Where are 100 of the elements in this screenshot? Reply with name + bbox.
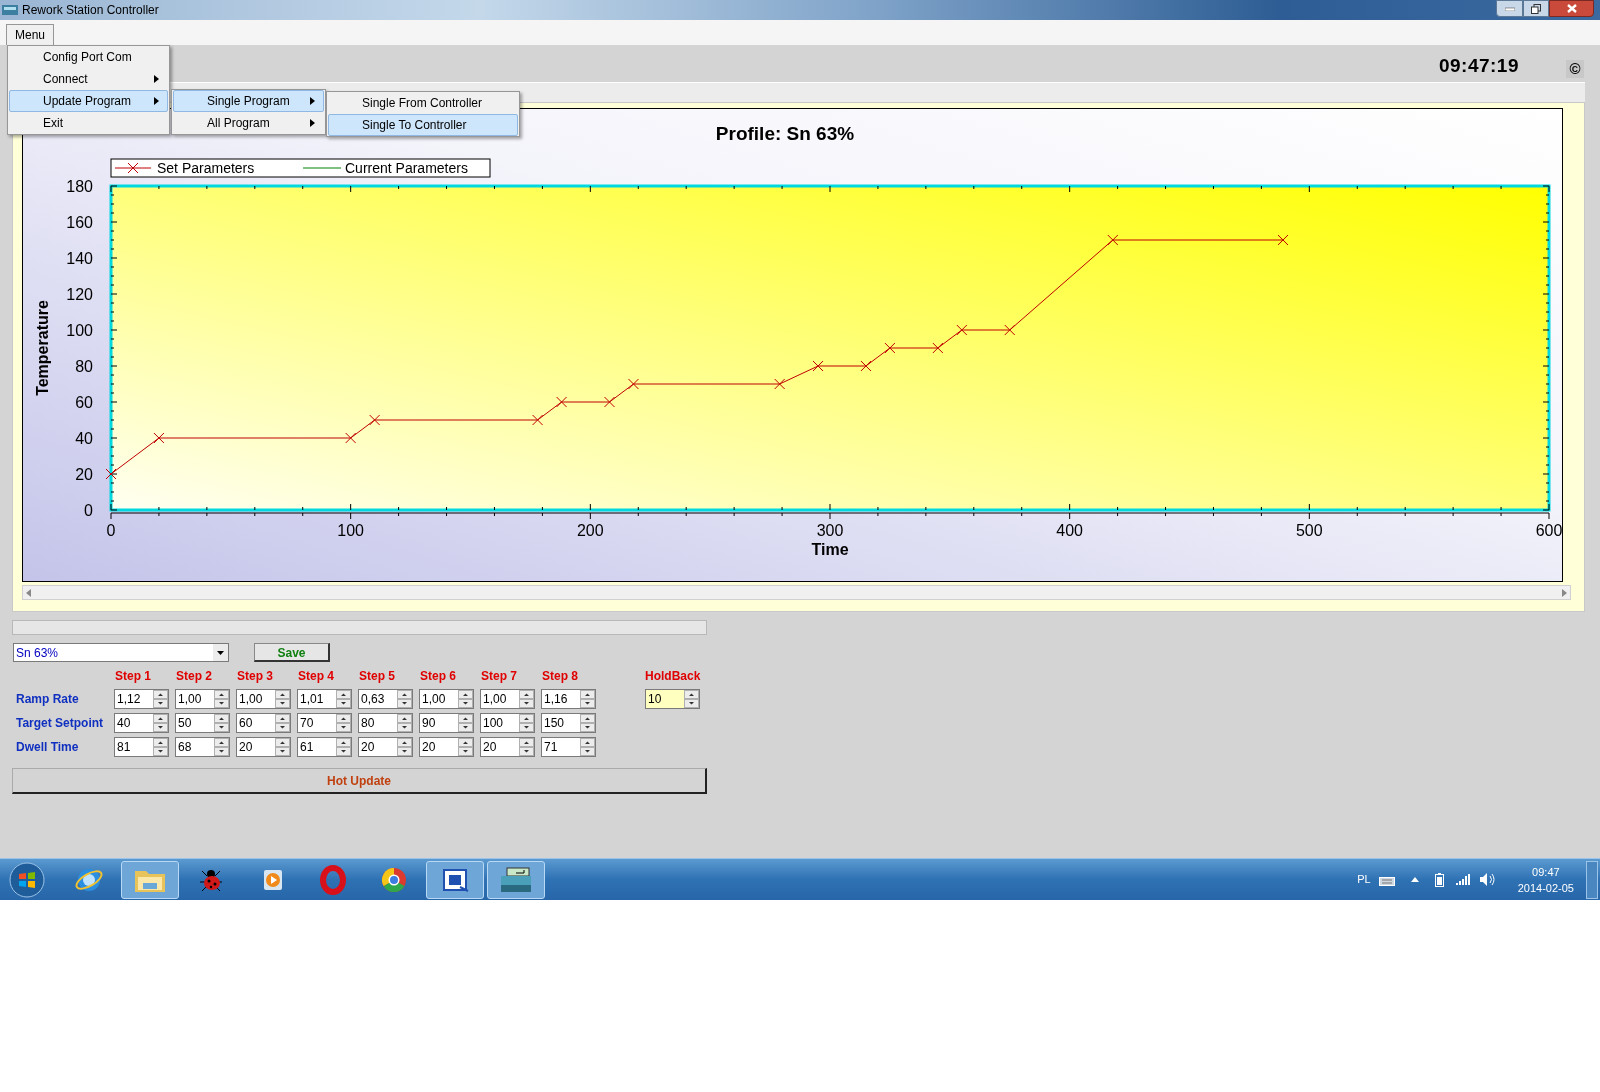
- spin-arrows-icon[interactable]: [336, 690, 351, 708]
- number-spinner[interactable]: 80: [358, 713, 413, 733]
- minimize-icon: [1504, 6, 1515, 11]
- close-button[interactable]: [1549, 0, 1594, 17]
- data-point: [1004, 324, 1016, 336]
- data-point: [774, 378, 786, 390]
- column-header: Step 7: [480, 668, 518, 685]
- number-spinner[interactable]: 81: [114, 737, 169, 757]
- number-spinner[interactable]: 60: [236, 713, 291, 733]
- number-spinner[interactable]: 68: [175, 737, 230, 757]
- spin-arrows-icon[interactable]: [397, 690, 412, 708]
- menu-option[interactable]: Single From Controller: [328, 92, 518, 114]
- spin-arrows-icon[interactable]: [397, 714, 412, 732]
- x-tick-label: 0: [106, 522, 116, 539]
- battery-icon[interactable]: [1434, 872, 1444, 887]
- spin-arrows-icon[interactable]: [336, 714, 351, 732]
- y-tick-label: 20: [75, 466, 93, 483]
- spin-arrows-icon[interactable]: [580, 738, 595, 756]
- taskbar-button[interactable]: [487, 860, 545, 899]
- column-header: Step 2: [175, 668, 213, 685]
- number-spinner[interactable]: 1,00: [419, 689, 474, 709]
- number-spinner[interactable]: 10: [645, 689, 700, 709]
- number-spinner[interactable]: 0,63: [358, 689, 413, 709]
- spin-arrows-icon[interactable]: [153, 738, 168, 756]
- signal-icon[interactable]: [1455, 874, 1470, 885]
- number-spinner[interactable]: 1,00: [480, 689, 535, 709]
- save-button[interactable]: Save: [254, 643, 330, 662]
- spin-arrows-icon[interactable]: [275, 738, 290, 756]
- menu-option[interactable]: Update Program: [9, 90, 168, 112]
- scroll-left-icon[interactable]: [26, 588, 31, 597]
- taskbar-button[interactable]: [426, 860, 484, 899]
- number-spinner[interactable]: 1,01: [297, 689, 352, 709]
- menu-option[interactable]: Single To Controller: [328, 114, 518, 136]
- spin-arrows-icon[interactable]: [397, 738, 412, 756]
- spin-arrows-icon[interactable]: [275, 690, 290, 708]
- spin-arrows-icon[interactable]: [214, 714, 229, 732]
- number-spinner[interactable]: 1,00: [236, 689, 291, 709]
- y-tick-label: 180: [66, 178, 93, 195]
- restore-button[interactable]: [1523, 0, 1549, 17]
- number-spinner[interactable]: 40: [114, 713, 169, 733]
- scroll-right-icon[interactable]: [1562, 588, 1567, 597]
- start-orb-icon[interactable]: [8, 860, 46, 899]
- data-point: [1107, 234, 1119, 246]
- menu-option[interactable]: Connect: [9, 68, 168, 90]
- number-spinner[interactable]: 90: [419, 713, 474, 733]
- menu-option[interactable]: All Program: [173, 112, 324, 134]
- number-spinner[interactable]: 70: [297, 713, 352, 733]
- spin-arrows-icon[interactable]: [153, 714, 168, 732]
- y-tick-label: 80: [75, 358, 93, 375]
- tray-time[interactable]: 09:47: [1532, 863, 1560, 880]
- menu-option[interactable]: Single Program: [173, 90, 324, 112]
- spin-arrows-icon[interactable]: [684, 690, 699, 708]
- data-point: [604, 396, 615, 408]
- number-spinner[interactable]: 71: [541, 737, 596, 757]
- number-spinner[interactable]: 61: [297, 737, 352, 757]
- number-spinner[interactable]: 1,00: [175, 689, 230, 709]
- x-tick-label: 600: [1535, 522, 1562, 539]
- spin-arrows-icon[interactable]: [458, 714, 473, 732]
- app-icon: [2, 3, 18, 17]
- speaker-icon[interactable]: [1479, 873, 1496, 886]
- ring-icon: [318, 864, 348, 895]
- number-spinner[interactable]: 20: [419, 737, 474, 757]
- spin-arrows-icon[interactable]: [336, 738, 351, 756]
- language-indicator[interactable]: PL: [1357, 871, 1371, 888]
- spin-arrows-icon[interactable]: [458, 738, 473, 756]
- menu-option[interactable]: Config Port Com: [9, 46, 168, 68]
- spin-arrows-icon[interactable]: [580, 690, 595, 708]
- number-spinner[interactable]: 1,12: [114, 689, 169, 709]
- number-spinner[interactable]: 50: [175, 713, 230, 733]
- number-spinner[interactable]: 20: [236, 737, 291, 757]
- number-spinner[interactable]: 150: [541, 713, 596, 733]
- spin-arrows-icon[interactable]: [519, 738, 534, 756]
- menu-title[interactable]: Menu: [6, 24, 55, 45]
- number-spinner[interactable]: 1,16: [541, 689, 596, 709]
- about-button[interactable]: ©: [1566, 60, 1584, 78]
- spin-arrows-icon[interactable]: [519, 714, 534, 732]
- profile-dropdown[interactable]: Sn 63%: [13, 643, 229, 662]
- spin-arrows-icon[interactable]: [580, 714, 595, 732]
- number-spinner[interactable]: 20: [480, 737, 535, 757]
- data-point: [105, 468, 117, 480]
- up-arrow-icon[interactable]: [1410, 877, 1419, 882]
- spin-arrows-icon[interactable]: [519, 690, 534, 708]
- legend-label: Current Parameters: [345, 160, 468, 176]
- hot-update-button[interactable]: Hot Update: [12, 768, 707, 794]
- data-point: [345, 432, 357, 444]
- horizontal-scrollbar[interactable]: [22, 585, 1571, 600]
- spin-arrows-icon[interactable]: [275, 714, 290, 732]
- spin-arrows-icon[interactable]: [214, 690, 229, 708]
- spin-arrows-icon[interactable]: [153, 690, 168, 708]
- tray-date[interactable]: 2014-02-05: [1517, 879, 1574, 896]
- row-label: Target Setpoint: [15, 715, 105, 732]
- menu-option[interactable]: Exit: [9, 112, 168, 134]
- row-label: Ramp Rate: [15, 691, 80, 708]
- data-point: [369, 414, 381, 426]
- number-spinner[interactable]: 20: [358, 737, 413, 757]
- y-tick-label: 60: [75, 394, 93, 411]
- number-spinner[interactable]: 100: [480, 713, 535, 733]
- spin-arrows-icon[interactable]: [458, 690, 473, 708]
- x-tick-label: 400: [1056, 522, 1083, 539]
- spin-arrows-icon[interactable]: [214, 738, 229, 756]
